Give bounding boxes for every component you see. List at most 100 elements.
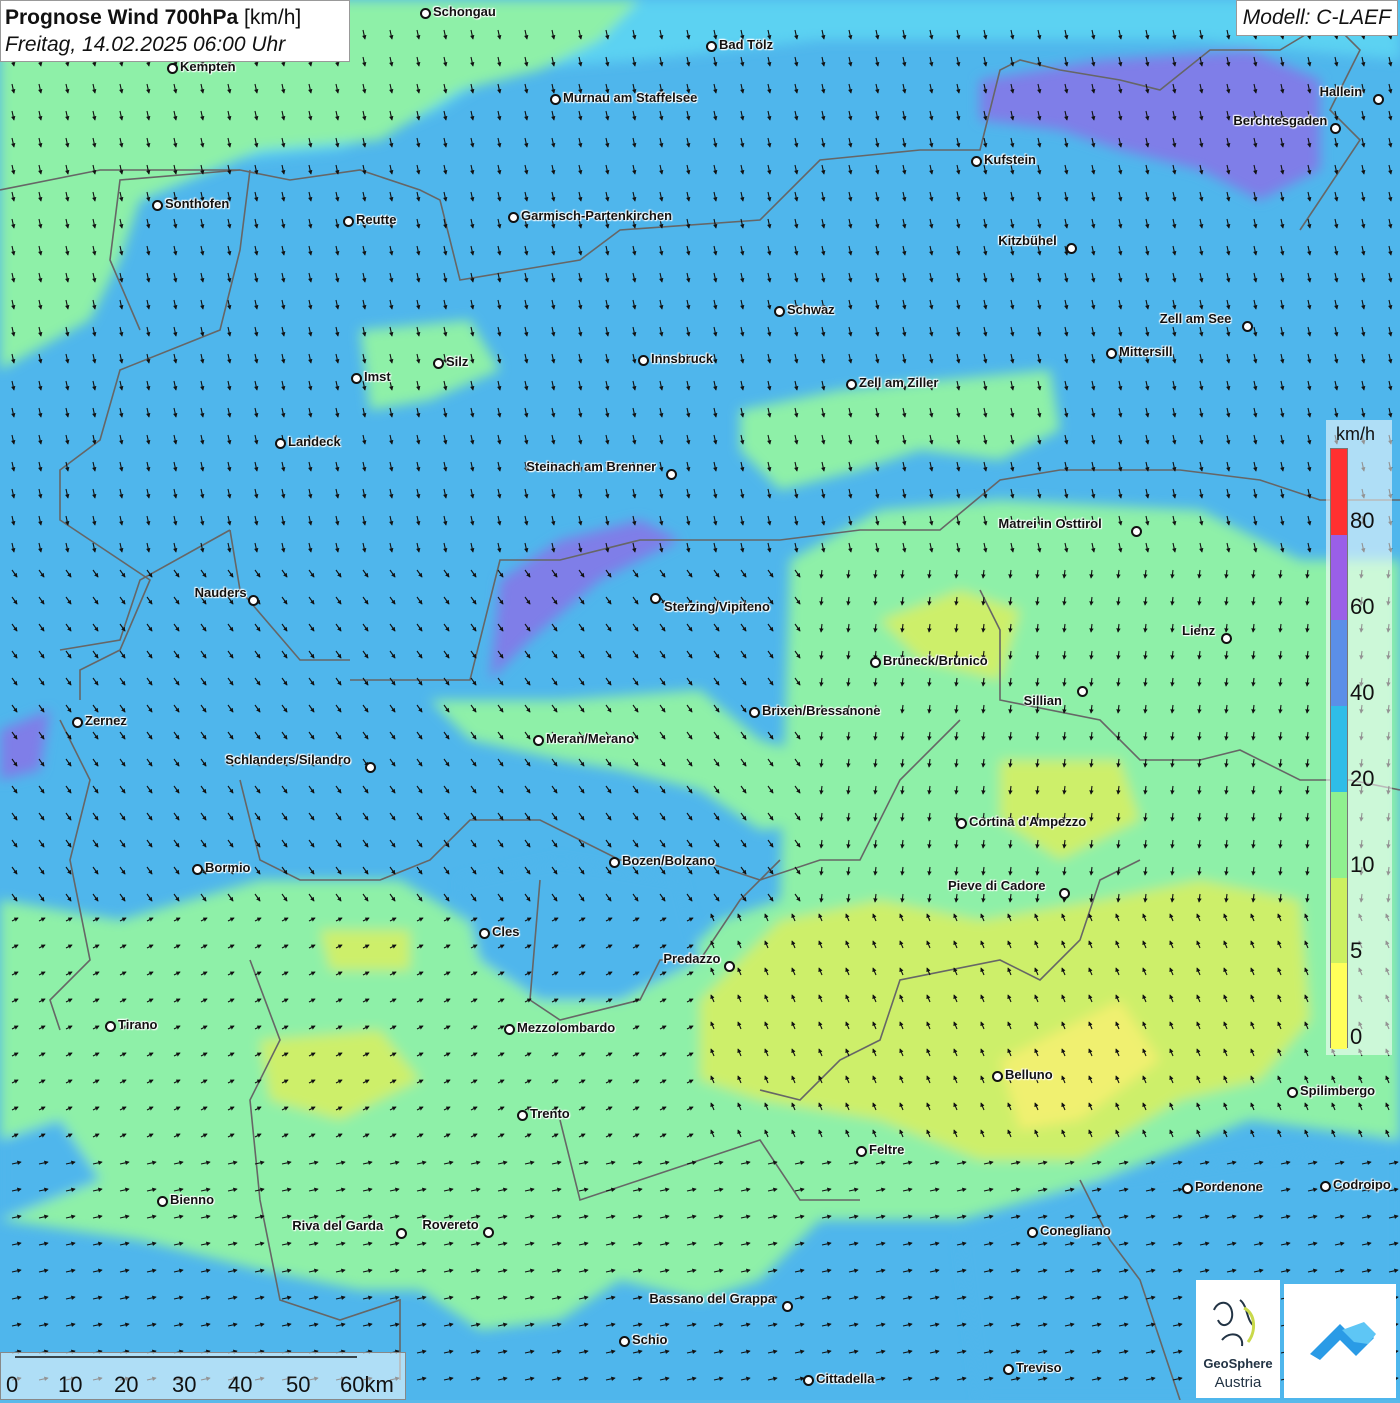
city-label: Brixen/Bressanone: [762, 703, 881, 718]
city-label: Innsbruck: [651, 351, 714, 366]
city-marker: [167, 63, 178, 74]
city-label: Bad Tölz: [719, 37, 774, 52]
city-marker: [275, 438, 286, 449]
city-marker: [1106, 348, 1117, 359]
scale-label: 0: [6, 1372, 19, 1397]
legend-unit: km/h: [1336, 424, 1376, 444]
city-label: Bormio: [205, 860, 251, 875]
city-label: Predazzo: [663, 951, 721, 966]
city-label: Reutte: [356, 212, 397, 227]
legend-tick-label: 5: [1350, 938, 1363, 963]
city-label: Cles: [492, 924, 520, 939]
city-marker: [479, 928, 490, 939]
city-label: Riva del Garda: [292, 1218, 384, 1233]
city-marker: [619, 1336, 630, 1347]
legend-segment: [1331, 534, 1347, 621]
city-marker: [517, 1110, 528, 1121]
city-label: Spilimbergo: [1300, 1083, 1376, 1098]
city-marker: [105, 1021, 116, 1032]
city-label: Pieve di Cadore: [948, 878, 1046, 893]
city-label: Schlanders/Silandro: [225, 752, 351, 767]
city-marker: [152, 200, 163, 211]
city-label: Silz: [446, 354, 469, 369]
city-marker: [856, 1146, 867, 1157]
city-marker: [343, 216, 354, 227]
city-marker: [956, 818, 967, 829]
legend-segment: [1331, 963, 1347, 1049]
legend-tick-label: 0: [1350, 1024, 1363, 1049]
city-label: Bienno: [170, 1192, 215, 1207]
city-label: Cortina d'Ampezzo: [969, 814, 1087, 829]
city-label: Sillian: [1023, 693, 1062, 708]
city-marker: [157, 1196, 168, 1207]
scale-label: 50: [286, 1372, 311, 1397]
city-marker: [351, 373, 362, 384]
city-label: Kempten: [180, 59, 236, 74]
city-marker: [870, 657, 881, 668]
city-label: Steinach am Brenner: [526, 459, 657, 474]
city-label: Conegliano: [1040, 1223, 1111, 1238]
legend-segment: [1331, 449, 1347, 535]
scale-label: 20: [114, 1372, 139, 1397]
legend-segment: [1331, 791, 1347, 878]
title-box: Prognose Wind 700hPa [km/h] Freitag, 14.…: [0, 0, 350, 62]
city-label: Lienz: [1182, 623, 1216, 638]
legend-segment: [1331, 620, 1347, 707]
city-marker: [1027, 1227, 1038, 1238]
legend-tick-label: 10: [1350, 852, 1375, 877]
city-label: Feltre: [869, 1142, 905, 1157]
logo-text-line1: GeoSphere: [1203, 1356, 1273, 1371]
city-label: Matrei in Osttirol: [998, 516, 1102, 531]
city-label: Zernez: [85, 713, 127, 728]
city-label: Bruneck/Brunico: [883, 653, 988, 668]
city-marker: [72, 717, 83, 728]
city-label: Hallein: [1319, 84, 1363, 99]
legend-tick-label: 60: [1350, 594, 1375, 619]
scale-label: 60km: [340, 1372, 394, 1397]
city-marker: [782, 1301, 793, 1312]
model-label: Modell: C-LAEF: [1235, 0, 1398, 36]
legend-segment: [1331, 706, 1347, 792]
city-marker: [749, 707, 760, 718]
city-marker: [1330, 123, 1341, 134]
city-label: Treviso: [1016, 1360, 1062, 1375]
city-marker: [396, 1228, 407, 1239]
logo-text-line2: Austria: [1214, 1374, 1262, 1391]
city-marker: [433, 358, 444, 369]
city-marker: [1077, 686, 1088, 697]
city-marker: [846, 379, 857, 390]
city-marker: [774, 306, 785, 317]
city-label: Sterzing/Vipiteno: [664, 599, 770, 614]
city-label: Schio: [632, 1332, 668, 1347]
city-label: Codroipo: [1333, 1177, 1391, 1192]
city-label: Mittersill: [1119, 344, 1173, 359]
city-label: Sonthofen: [165, 196, 230, 211]
city-label: Schwaz: [787, 302, 835, 317]
city-label: Kufstein: [984, 152, 1036, 167]
legend-color-bar: [1330, 448, 1348, 1049]
map-title: Prognose Wind 700hPa [km/h]: [5, 6, 302, 29]
city-label: Nauders: [194, 585, 247, 600]
city-label: Pordenone: [1195, 1179, 1263, 1194]
city-label: Meran/Merano: [546, 731, 635, 746]
city-label: Zell am Ziller: [859, 375, 939, 390]
city-marker: [365, 762, 376, 773]
legend-tick-label: 80: [1350, 508, 1375, 533]
scale-label: 40: [228, 1372, 253, 1397]
city-marker: [638, 355, 649, 366]
city-label: Landeck: [288, 434, 341, 449]
city-label: Rovereto: [422, 1217, 479, 1232]
legend-tick-label: 40: [1350, 680, 1375, 705]
city-label: Zell am See: [1159, 311, 1232, 326]
city-marker: [504, 1024, 515, 1035]
city-marker: [706, 41, 717, 52]
city-label: Imst: [364, 369, 391, 384]
city-label: Bassano del Grappa: [649, 1291, 776, 1306]
city-marker: [1373, 94, 1384, 105]
city-label: Bozen/Bolzano: [622, 853, 716, 868]
city-label: Berchtesgaden: [1233, 113, 1328, 128]
city-label: Murnau am Staffelsee: [563, 90, 698, 105]
city-marker: [1003, 1364, 1014, 1375]
city-label: Mezzolombardo: [517, 1020, 616, 1035]
scale-label: 30: [172, 1372, 197, 1397]
